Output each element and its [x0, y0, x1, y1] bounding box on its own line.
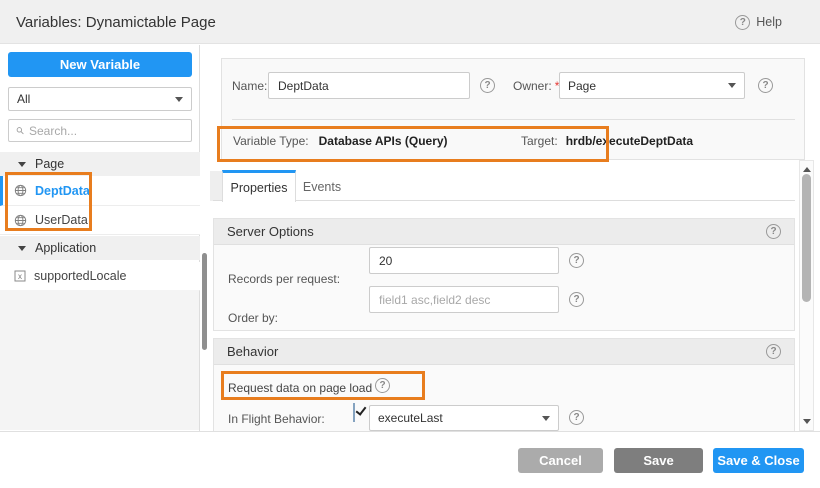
in-flight-select-value: executeLast [378, 411, 443, 425]
records-per-request-input[interactable] [369, 247, 559, 274]
server-options-header: Server Options [214, 219, 794, 245]
page-title: Variables: Dynamictable Page [16, 0, 216, 44]
variable-filter-value: All [17, 92, 30, 106]
server-options-title: Server Options [227, 224, 314, 239]
caret-down-icon [728, 83, 736, 88]
help-label: Help [756, 15, 782, 29]
request-on-load-label: Request data on page load [228, 381, 372, 395]
owner-select-value: Page [568, 79, 596, 93]
target-row: Target: hrdb/executeDeptData [521, 131, 693, 151]
tree-group-application[interactable]: Application [0, 236, 200, 260]
behavior-title: Behavior [227, 344, 278, 359]
owner-label: Owner: [513, 79, 552, 93]
new-variable-button[interactable]: New Variable [8, 52, 192, 77]
order-by-label: Order by: [228, 311, 278, 325]
owner-select[interactable]: Page [559, 72, 745, 99]
save-button[interactable]: Save [614, 448, 703, 473]
records-help-icon[interactable] [569, 253, 584, 268]
tree-group-page[interactable]: Page [0, 152, 200, 176]
properties-scrollbar [799, 160, 814, 431]
help-button[interactable]: Help [735, 0, 782, 44]
variable-type-row: Variable Type: Database APIs (Query) [233, 131, 448, 151]
search-box [8, 119, 192, 142]
order-by-help-icon[interactable] [569, 292, 584, 307]
service-variable-icon [14, 214, 27, 227]
records-per-request-label: Records per request: [228, 272, 340, 286]
scroll-up-icon[interactable] [803, 167, 811, 172]
variable-type-label: Variable Type: [233, 134, 309, 148]
form-divider [232, 119, 795, 120]
request-on-load-checkbox[interactable] [353, 403, 355, 422]
footer-divider [0, 431, 820, 432]
behavior-header: Behavior [214, 339, 794, 365]
target-label: Target: [521, 134, 558, 148]
collapse-arrow-icon [18, 246, 26, 251]
service-variable-icon [14, 184, 27, 197]
behavior-section: Behavior Request data on page load In Fl… [213, 338, 795, 431]
in-flight-help-icon[interactable] [569, 410, 584, 425]
help-question-icon [735, 15, 750, 30]
sidebar-item-userdata[interactable]: UserData [0, 206, 200, 235]
collapse-arrow-icon [18, 162, 26, 167]
name-help-icon[interactable] [480, 78, 495, 93]
properties-scrollbar-thumb[interactable] [802, 174, 811, 302]
server-options-help-icon[interactable] [766, 224, 781, 239]
variable-summary-panel: Name: * Owner: * Page Variable Type: Dat… [221, 58, 805, 160]
tab-properties[interactable]: Properties [222, 170, 296, 202]
variables-sidebar: New Variable All Page DeptData [0, 45, 200, 431]
variable-type-value: Database APIs (Query) [319, 134, 448, 148]
server-options-section: Server Options Records per request: Orde… [213, 218, 795, 331]
model-variable-icon: x [14, 270, 26, 282]
order-by-input[interactable] [369, 286, 559, 313]
sidebar-item-label: UserData [35, 213, 88, 227]
in-flight-select[interactable]: executeLast [369, 405, 559, 431]
tree-group-label: Application [35, 241, 96, 255]
caret-down-icon [175, 97, 183, 102]
sidebar-item-label: supportedLocale [34, 269, 126, 283]
target-value: hrdb/executeDeptData [566, 134, 693, 148]
cancel-button[interactable]: Cancel [518, 448, 603, 473]
name-input[interactable] [268, 72, 470, 99]
request-on-load-help-icon[interactable] [375, 378, 390, 393]
tree-group-label: Page [35, 157, 64, 171]
svg-text:x: x [18, 272, 22, 281]
sidebar-item-supportedlocale[interactable]: x supportedLocale [0, 262, 200, 291]
sidebar-item-deptdata[interactable]: DeptData [0, 176, 200, 206]
variable-filter-select[interactable]: All [8, 87, 192, 111]
owner-help-icon[interactable] [758, 78, 773, 93]
sidebar-item-label: DeptData [35, 184, 90, 198]
tab-events[interactable]: Events [296, 173, 348, 200]
behavior-help-icon[interactable] [766, 344, 781, 359]
in-flight-label: In Flight Behavior: [228, 412, 325, 426]
scroll-down-icon[interactable] [803, 419, 811, 424]
sidebar-empty-area [0, 290, 199, 430]
caret-down-icon [542, 416, 550, 421]
variables-dialog: Variables: Dynamictable Page Help New Va… [0, 0, 820, 488]
save-and-close-button[interactable]: Save & Close [713, 448, 804, 473]
search-icon [16, 124, 24, 137]
owner-label-row: Owner: * [513, 72, 559, 99]
search-input[interactable] [29, 124, 184, 138]
sidebar-scrollbar-thumb[interactable] [202, 253, 207, 350]
name-label: Name: [232, 79, 267, 93]
